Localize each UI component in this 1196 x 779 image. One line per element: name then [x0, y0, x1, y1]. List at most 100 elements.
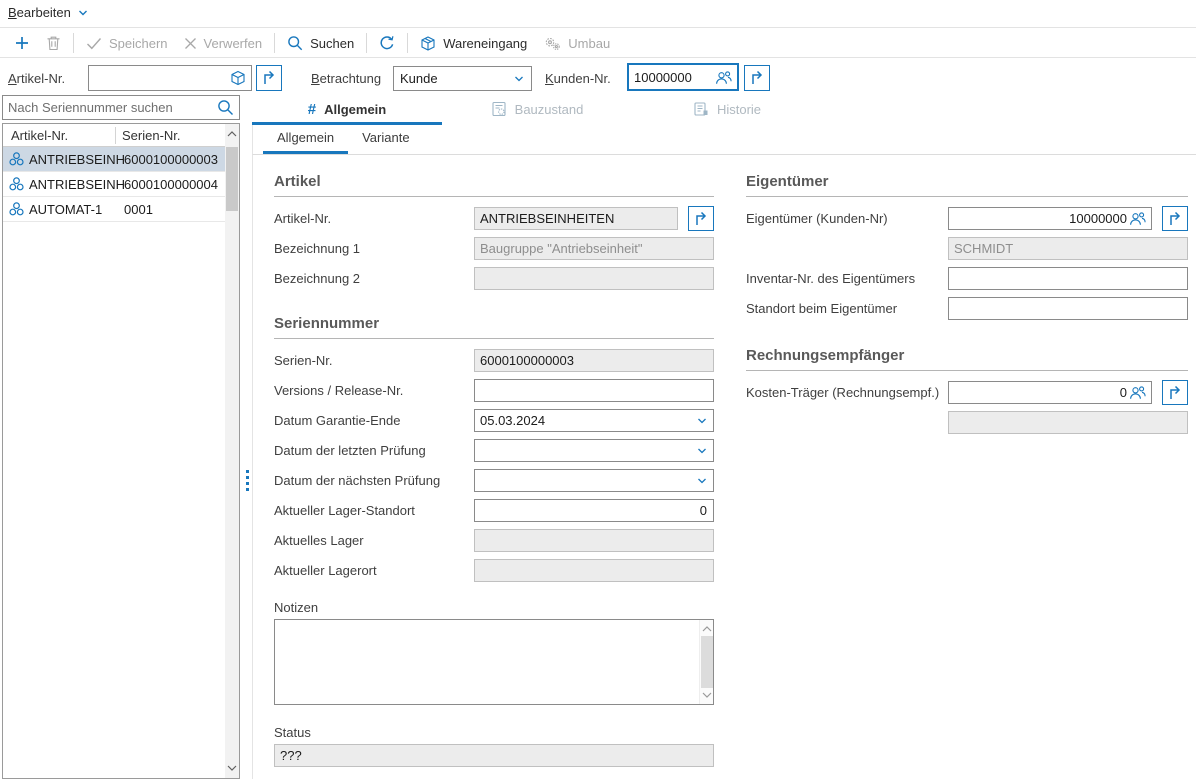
scroll-up-icon[interactable]: [225, 126, 239, 142]
lager-standort-input[interactable]: [475, 500, 713, 521]
artikel-nr-form-input: [475, 208, 677, 229]
cube-icon[interactable]: [230, 70, 246, 86]
customers-icon[interactable]: [1129, 211, 1146, 226]
serial-list: Artikel-Nr. Serien-Nr. ANTRIEBSEINH... 6…: [2, 123, 240, 779]
list-item[interactable]: ANTRIEBSEINH... 6000100000003: [3, 147, 225, 172]
left-column: Artikel Artikel-Nr. Bezeichnung 1: [274, 173, 714, 767]
aktuelles-lager-field: [474, 529, 714, 552]
tab-bauzustand[interactable]: Bauzustand: [442, 96, 632, 125]
subtab-variante[interactable]: Variante: [348, 125, 423, 154]
serial-search-input[interactable]: [3, 96, 217, 119]
garantie-date-field: [474, 409, 714, 432]
section-rechnung-title: Rechnungsempfänger: [746, 347, 1188, 371]
toolbar-separator: [274, 33, 275, 53]
main-panel: # Allgemein Bauzustand Historie Allgemei…: [252, 96, 1196, 779]
status-label: Status: [274, 725, 714, 740]
section-eigentuemer-title: Eigentümer: [746, 173, 1188, 197]
package-icon: [420, 35, 436, 51]
garantie-date-input[interactable]: [475, 410, 696, 431]
search-button[interactable]: Suchen: [279, 31, 362, 55]
history-icon: [693, 101, 709, 117]
eigentuemer-name-input: [949, 238, 1187, 259]
lager-standort-field: [474, 499, 714, 522]
kostentraeger-input[interactable]: [949, 382, 1129, 403]
tab-allgemein[interactable]: # Allgemein: [252, 96, 442, 125]
notizen-textarea[interactable]: [275, 620, 699, 704]
serien-nr-field: [474, 349, 714, 372]
build-state-icon: [491, 101, 507, 117]
kunden-nr-input[interactable]: [629, 65, 715, 89]
column-header-artikel[interactable]: Artikel-Nr.: [3, 128, 115, 143]
conversion-button[interactable]: Umbau: [535, 31, 618, 55]
standort-eigentuemer-input[interactable]: [949, 298, 1187, 319]
kunden-nr-field: [627, 63, 739, 91]
scroll-down-icon[interactable]: [700, 687, 714, 703]
lagerort-field: [474, 559, 714, 582]
letzte-pruefung-input[interactable]: [475, 440, 696, 461]
list-header[interactable]: Artikel-Nr. Serien-Nr.: [3, 124, 225, 147]
betrachtung-value: Kunde: [400, 71, 513, 86]
version-label: Versions / Release-Nr.: [274, 383, 474, 398]
chevron-down-icon[interactable]: [696, 445, 708, 457]
kostentraeger-open-button[interactable]: [1162, 380, 1188, 405]
serien-nr-input: [475, 350, 713, 371]
list-item-serie: 0001: [124, 202, 225, 217]
save-button[interactable]: Speichern: [78, 31, 176, 55]
x-icon: [184, 37, 197, 50]
delete-button[interactable]: [38, 31, 69, 55]
form-artikel-open-button[interactable]: [688, 206, 714, 231]
list-item[interactable]: ANTRIEBSEINH... 6000100000004: [3, 172, 225, 197]
artikel-open-button[interactable]: [256, 65, 282, 91]
scroll-up-icon[interactable]: [700, 621, 714, 637]
rechnung-name-field: [948, 411, 1188, 434]
column-header-serie[interactable]: Serien-Nr.: [116, 128, 181, 143]
scroll-down-icon[interactable]: [225, 760, 239, 776]
customers-icon[interactable]: [1129, 385, 1146, 400]
goods-receipt-button[interactable]: Wareneingang: [412, 31, 535, 55]
discard-button[interactable]: Verwerfen: [176, 31, 271, 55]
eigentuemer-kunde-input[interactable]: [949, 208, 1129, 229]
naechste-pruefung-input[interactable]: [475, 470, 696, 491]
inventar-nr-input[interactable]: [949, 268, 1187, 289]
betrachtung-select[interactable]: Kunde: [393, 66, 532, 91]
kunden-open-button[interactable]: [744, 65, 770, 91]
notizen-scrollbar[interactable]: [699, 620, 713, 704]
list-item-serie: 6000100000003: [124, 152, 225, 167]
chevron-down-icon[interactable]: [696, 415, 708, 427]
tab-historie[interactable]: Historie: [632, 96, 822, 125]
status-field: [274, 744, 714, 767]
scrollbar-thumb[interactable]: [701, 636, 713, 688]
form-content: Artikel Artikel-Nr. Bezeichnung 1: [252, 155, 1196, 779]
list-scrollbar[interactable]: [225, 124, 239, 778]
aktuelles-lager-label: Aktuelles Lager: [274, 533, 474, 548]
toolbar: Speichern Verwerfen Suchen Warenein: [0, 29, 1196, 58]
menu-bearbeiten-label: Bearbeiten: [8, 5, 71, 20]
customers-icon[interactable]: [715, 70, 732, 85]
search-icon[interactable]: [217, 99, 234, 116]
menu-bearbeiten[interactable]: Bearbeiten: [8, 5, 89, 20]
scrollbar-thumb[interactable]: [226, 147, 238, 211]
jump-arrow-icon: [693, 211, 709, 227]
list-item[interactable]: AUTOMAT-1 0001: [3, 197, 225, 222]
panel-splitter[interactable]: [244, 470, 250, 491]
kunden-nr-label: Kunden-Nr.: [545, 71, 611, 86]
refresh-button[interactable]: [371, 31, 403, 55]
artikel-nr-input[interactable]: [89, 66, 230, 90]
assembly-icon: [8, 151, 25, 167]
kostentraeger-field: [948, 381, 1152, 404]
conversion-label: Umbau: [568, 36, 610, 51]
save-label: Speichern: [109, 36, 168, 51]
subtab-allgemein[interactable]: Allgemein: [263, 125, 348, 154]
toolbar-separator: [73, 33, 74, 53]
bezeichnung2-label: Bezeichnung 2: [274, 271, 474, 286]
list-item-artikel: ANTRIEBSEINH...: [29, 177, 124, 192]
lagerort-input: [475, 560, 713, 581]
serien-nr-label: Serien-Nr.: [274, 353, 474, 368]
eigentuemer-open-button[interactable]: [1162, 206, 1188, 231]
bezeichnung2-input: [475, 268, 713, 289]
standort-eigentuemer-label: Standort beim Eigentümer: [746, 301, 948, 316]
version-input[interactable]: [475, 380, 713, 401]
chevron-down-icon[interactable]: [696, 475, 708, 487]
right-column: Eigentümer Eigentümer (Kunden-Nr): [746, 173, 1188, 441]
new-button[interactable]: [6, 31, 38, 55]
